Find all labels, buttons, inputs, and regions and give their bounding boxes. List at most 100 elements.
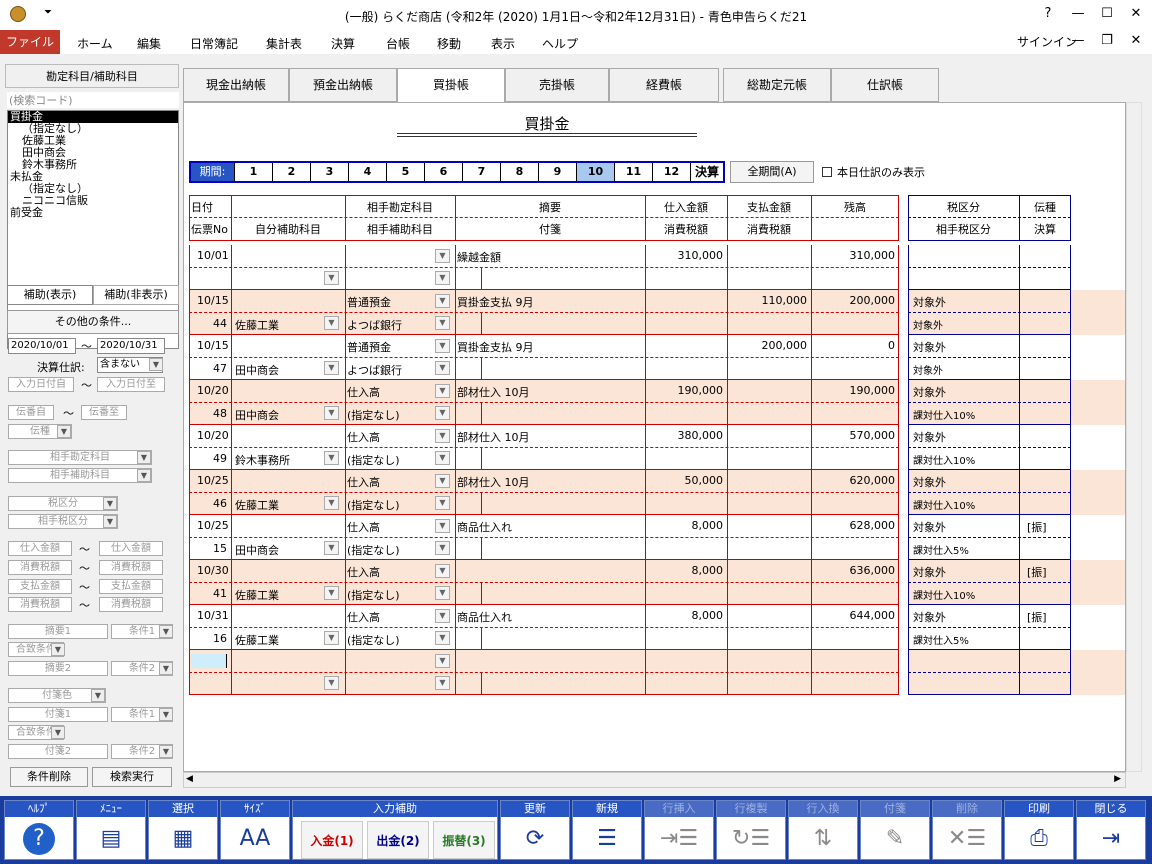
period-3[interactable]: 3	[311, 163, 349, 181]
chevron-down-icon[interactable]: ▼	[435, 564, 450, 578]
chevron-down-icon[interactable]: ▼	[149, 358, 163, 371]
chevron-down-icon[interactable]: ▼	[324, 316, 339, 330]
period-8[interactable]: 8	[501, 163, 539, 181]
payment-amt-from[interactable]: 支払金額	[8, 579, 72, 594]
tab-general-ledger[interactable]: 総勘定元帳	[723, 68, 831, 102]
horizontal-scrollbar[interactable]: ◀ ▶	[183, 772, 1126, 788]
period-9[interactable]: 9	[539, 163, 577, 181]
chevron-down-icon[interactable]: ▼	[103, 497, 117, 510]
chevron-down-icon[interactable]: ▼	[51, 726, 65, 739]
entry-date-to-input[interactable]: 入力日付至	[97, 377, 165, 392]
chevron-down-icon[interactable]: ▼	[51, 643, 65, 656]
purchase-amt-to[interactable]: 仕入金額	[99, 541, 163, 556]
help-button[interactable]: ?	[1038, 6, 1058, 21]
chevron-down-icon[interactable]: ▼	[435, 541, 450, 555]
chevron-down-icon[interactable]: ▼	[435, 676, 450, 690]
entry-date-from-input[interactable]: 入力日付自	[8, 377, 74, 392]
menu-help[interactable]: ヘルプ	[542, 35, 578, 52]
menu-move[interactable]: 移動	[437, 35, 461, 52]
chevron-down-icon[interactable]: ▼	[159, 662, 173, 675]
chevron-down-icon[interactable]: ▼	[324, 631, 339, 645]
chevron-down-icon[interactable]: ▼	[435, 429, 450, 443]
scroll-left-icon[interactable]: ◀	[186, 774, 193, 784]
chevron-down-icon[interactable]: ▼	[159, 745, 173, 758]
counter-sub-select[interactable]: 相手補助科目	[8, 468, 152, 483]
chevron-down-icon[interactable]: ▼	[435, 249, 450, 263]
today-only-checkbox[interactable]	[822, 167, 832, 177]
date-from-input[interactable]: 2020/10/01	[8, 338, 76, 354]
period-12[interactable]: 12	[653, 163, 691, 181]
nyukin-button[interactable]: 入金(1)	[301, 821, 363, 859]
tax-class-select[interactable]: 税区分	[8, 496, 118, 511]
menu-closing[interactable]: 決算	[331, 35, 355, 52]
chevron-down-icon[interactable]: ▼	[435, 271, 450, 285]
close-button[interactable]: 閉じる ⇥	[1076, 800, 1146, 860]
delete-button[interactable]: 削除 ✕☰	[932, 800, 1002, 860]
maximize-button[interactable]: ☐	[1097, 6, 1117, 21]
voucher-from-input[interactable]: 伝番自	[8, 405, 54, 420]
insert-row-button[interactable]: 行挿入 ⇥☰	[644, 800, 714, 860]
input-assist-button[interactable]: 入力補助 入金(1) 出金(2) 振替(3)	[292, 800, 498, 860]
select-button[interactable]: 選択 ▦	[148, 800, 218, 860]
period-4[interactable]: 4	[349, 163, 387, 181]
search-execute-button[interactable]: 検索実行	[92, 767, 172, 787]
chevron-down-icon[interactable]: ▼	[324, 586, 339, 600]
period-2[interactable]: 2	[273, 163, 311, 181]
chevron-down-icon[interactable]: ▼	[435, 609, 450, 623]
sticky1-input[interactable]: 付箋1	[8, 707, 108, 722]
tree-item[interactable]: 前受金	[8, 207, 178, 219]
chevron-down-icon[interactable]: ▼	[159, 625, 173, 638]
tab-cash[interactable]: 現金出納帳	[183, 68, 289, 102]
chevron-down-icon[interactable]: ▼	[91, 689, 105, 702]
search-code-input[interactable]: (検索コード)	[7, 92, 179, 108]
minimize-button[interactable]: —	[1068, 6, 1088, 21]
new-button[interactable]: 新規 ☰	[572, 800, 642, 860]
tab-deposit[interactable]: 預金出納帳	[289, 68, 397, 102]
print-button[interactable]: 印刷 ⎙	[1004, 800, 1074, 860]
furikae-button[interactable]: 振替(3)	[433, 821, 495, 859]
period-10[interactable]: 10	[577, 163, 615, 181]
sub-show-tab[interactable]: 補助(表示)	[7, 285, 93, 305]
payment-tax-to[interactable]: 消費税額	[99, 597, 163, 612]
clear-conditions-button[interactable]: 条件削除	[10, 767, 88, 787]
menu-daily[interactable]: 日常簿記	[190, 35, 238, 52]
period-closing[interactable]: 決算	[691, 163, 723, 181]
chevron-down-icon[interactable]: ▼	[324, 496, 339, 510]
sticky2-input[interactable]: 付箋2	[8, 744, 108, 759]
date-to-input[interactable]: 2020/10/31	[97, 338, 165, 354]
help-button[interactable]: ﾍﾙﾌﾟ?	[4, 800, 74, 860]
chevron-down-icon[interactable]: ▼	[435, 654, 450, 668]
vertical-scrollbar[interactable]	[1126, 102, 1142, 772]
payment-amt-to[interactable]: 支払金額	[99, 579, 163, 594]
chevron-down-icon[interactable]: ▼	[435, 496, 450, 510]
chevron-down-icon[interactable]: ▼	[435, 406, 450, 420]
period-11[interactable]: 11	[615, 163, 653, 181]
summary1-input[interactable]: 摘要1	[8, 624, 108, 639]
menu-home[interactable]: ホーム	[77, 35, 113, 52]
period-6[interactable]: 6	[425, 163, 463, 181]
other-conditions-button[interactable]: その他の条件...	[7, 310, 179, 334]
chevron-down-icon[interactable]: ▼	[103, 515, 117, 528]
period-1[interactable]: 1	[235, 163, 273, 181]
chevron-down-icon[interactable]: ▼	[137, 451, 151, 464]
scroll-right-icon[interactable]: ▶	[1114, 774, 1121, 784]
menu-ledger[interactable]: 台帳	[386, 35, 410, 52]
tab-payable[interactable]: 買掛帳	[397, 68, 505, 104]
chevron-down-icon[interactable]: ▼	[324, 271, 339, 285]
voucher-to-input[interactable]: 伝番至	[81, 405, 127, 420]
purchase-tax-to[interactable]: 消費税額	[99, 560, 163, 575]
chevron-down-icon[interactable]: ▼	[57, 425, 71, 438]
menu-view[interactable]: 表示	[491, 35, 515, 52]
menu-edit[interactable]: 編集	[137, 35, 161, 52]
chevron-down-icon[interactable]: ▼	[435, 339, 450, 353]
chevron-down-icon[interactable]: ▼	[435, 316, 450, 330]
summary2-input[interactable]: 摘要2	[8, 661, 108, 676]
chevron-down-icon[interactable]: ▼	[324, 541, 339, 555]
sub-hide-tab[interactable]: 補助(非表示)	[93, 285, 179, 305]
swap-row-button[interactable]: 行入換 ⇅	[788, 800, 858, 860]
purchase-amt-from[interactable]: 仕入金額	[8, 541, 72, 556]
chevron-down-icon[interactable]: ▼	[324, 406, 339, 420]
payment-tax-from[interactable]: 消費税額	[8, 597, 72, 612]
chevron-down-icon[interactable]: ▼	[137, 469, 151, 482]
tab-expense[interactable]: 経費帳	[609, 68, 719, 102]
